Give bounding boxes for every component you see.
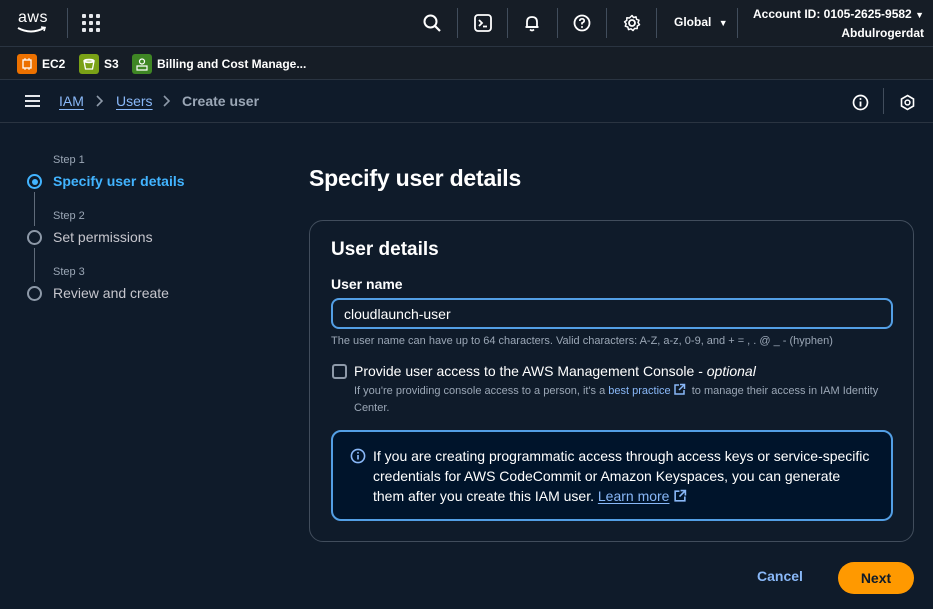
next-button[interactable]: Next — [838, 562, 914, 594]
favorite-billing[interactable]: Billing and Cost Manage... — [132, 54, 306, 74]
step-1-label: Step 1 — [53, 154, 85, 166]
step-1-title[interactable]: Specify user details — [53, 173, 185, 189]
optional-label: optional — [706, 363, 756, 379]
username-label: User name — [331, 276, 403, 292]
ec2-icon — [17, 54, 37, 74]
cloudshell-hex-icon[interactable] — [897, 92, 917, 112]
cloudshell-icon[interactable] — [473, 13, 493, 33]
divider — [883, 88, 884, 114]
divider — [557, 8, 558, 38]
step-3-label: Step 3 — [53, 266, 85, 278]
services-menu-icon[interactable] — [82, 14, 100, 32]
external-link-icon — [673, 488, 687, 508]
favorite-s3[interactable]: S3 — [79, 54, 119, 74]
console-access-label-text: Provide user access to the AWS Managemen… — [354, 363, 707, 379]
help-icon[interactable] — [572, 13, 592, 33]
region-selector[interactable]: Global ▼ — [674, 15, 728, 29]
username-input[interactable] — [331, 298, 893, 329]
cancel-button[interactable]: Cancel — [757, 568, 803, 584]
info-alert: If you are creating programmatic access … — [331, 430, 893, 521]
page-title: Specify user details — [309, 165, 522, 191]
card-title: User details — [331, 239, 439, 260]
notifications-bell-icon[interactable] — [522, 13, 542, 33]
console-access-checkbox[interactable] — [332, 364, 347, 379]
caret-down-icon: ▼ — [915, 10, 924, 20]
divider — [656, 8, 657, 38]
divider — [67, 8, 68, 38]
breadcrumb-iam[interactable]: IAM — [59, 93, 84, 109]
info-circle-icon — [350, 448, 366, 469]
s3-icon — [79, 54, 99, 74]
settings-gear-icon[interactable] — [622, 13, 642, 33]
aws-smile-icon — [17, 26, 47, 33]
breadcrumb-users[interactable]: Users — [116, 93, 153, 109]
user-details-container: User details User name The user name can… — [309, 220, 914, 542]
favorite-label: Billing and Cost Manage... — [157, 57, 307, 71]
account-username: Abdulrogerdat — [841, 26, 924, 40]
account-menu[interactable]: Account ID: 0105-2625-9582 ▼ Abdulrogerd… — [753, 5, 924, 42]
chevron-right-icon — [95, 94, 104, 111]
favorite-ec2[interactable]: EC2 — [17, 54, 65, 74]
console-access-label[interactable]: Provide user access to the AWS Managemen… — [354, 363, 756, 379]
info-alert-text: If you are creating programmatic access … — [373, 446, 873, 508]
account-id: Account ID: 0105-2625-9582 — [752, 7, 912, 21]
step-2-title: Set permissions — [53, 229, 153, 245]
chevron-right-icon — [162, 94, 171, 111]
aws-logo-text: aws — [18, 9, 48, 26]
external-link-icon — [673, 383, 686, 401]
aws-logo[interactable]: aws — [16, 9, 50, 37]
learn-more-link[interactable]: Learn more — [598, 488, 670, 504]
step-2-indicator — [27, 230, 42, 245]
step-connector — [34, 192, 35, 226]
console-access-description: If you're providing console access to a … — [354, 383, 894, 416]
best-practice-link[interactable]: best practice — [608, 385, 670, 397]
info-icon[interactable] — [850, 92, 870, 112]
divider — [737, 8, 738, 38]
divider — [457, 8, 458, 38]
top-navigation: aws Global ▼ Account ID: 0105-2625-9582 … — [0, 0, 933, 46]
region-label: Global — [674, 15, 712, 29]
divider — [507, 8, 508, 38]
breadcrumb-current: Create user — [182, 93, 260, 109]
step-3-indicator — [27, 286, 42, 301]
username-hint: The user name can have up to 64 characte… — [331, 335, 833, 347]
divider — [606, 8, 607, 38]
breadcrumb-bar: IAM Users Create user — [0, 80, 933, 123]
billing-icon — [132, 54, 152, 74]
caret-down-icon: ▼ — [718, 18, 728, 28]
favorite-label: EC2 — [42, 57, 66, 71]
console-access-desc-part1: If you're providing console access to a … — [354, 385, 609, 397]
favorites-bar: EC2 S3 Billing and Cost Manage... — [0, 46, 933, 80]
favorite-label: S3 — [104, 57, 119, 71]
menu-hamburger-icon[interactable] — [25, 95, 40, 107]
step-3-title: Review and create — [53, 285, 169, 301]
step-1-indicator — [27, 174, 42, 189]
search-icon[interactable] — [422, 13, 442, 33]
step-2-label: Step 2 — [53, 210, 85, 222]
step-connector — [34, 248, 35, 282]
